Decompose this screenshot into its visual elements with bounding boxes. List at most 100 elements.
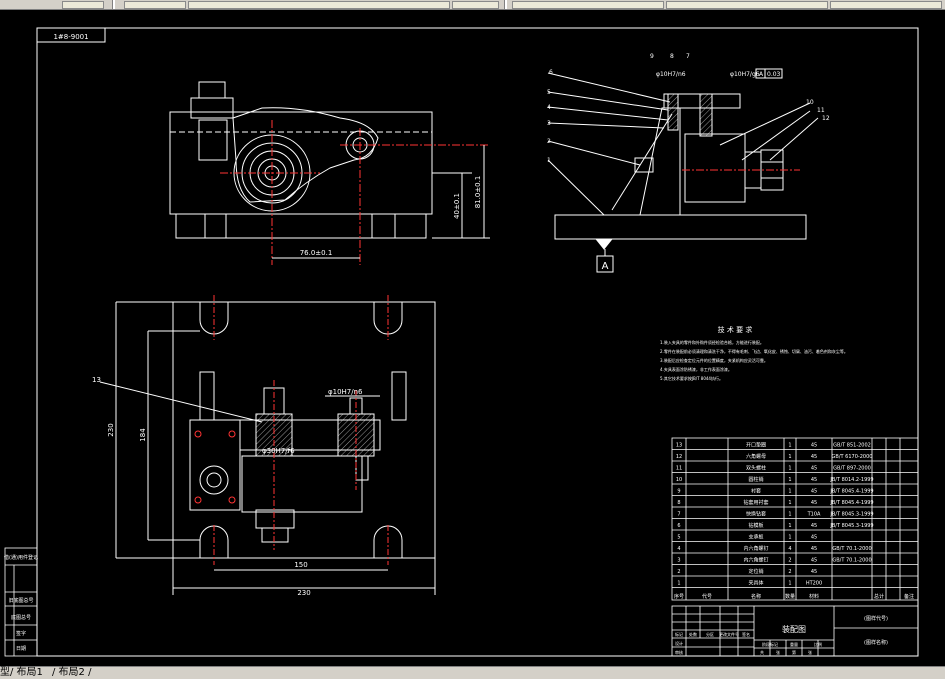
support-block — [198, 119, 228, 161]
front-view — [169, 81, 490, 265]
bom-cell-qty: 1 — [788, 500, 791, 506]
bom-row-lines — [672, 449, 918, 588]
bom-cell-std: JB/T 8045.3-1999 — [829, 512, 873, 518]
tech-req-line: 2.零件在装配前必须清理和清洗干净，不得有毛刺、飞边、氧化皮、锈蚀、切屑、油污、… — [660, 348, 848, 354]
school-name: (图样代号) — [864, 615, 888, 622]
part-number: 12 — [822, 115, 830, 122]
bom-cell-mat: 45 — [811, 535, 817, 541]
u-slot — [373, 302, 403, 335]
bom-cell-name: 圆柱销 — [748, 476, 763, 483]
part-number: 9 — [650, 53, 654, 60]
bom-cell-no: 11 — [676, 466, 682, 472]
drawing-title: 装配图 — [782, 624, 806, 634]
bom-cell-std: JB/T 8014.2-1999 — [829, 477, 873, 483]
bom-cell-qty: 1 — [788, 477, 791, 483]
bom-cell-qty: 1 — [788, 581, 791, 587]
clamp-assembly — [241, 455, 363, 513]
part-number: 8 — [670, 53, 674, 60]
bom-cell-qty: 1 — [788, 466, 791, 472]
bom-cell-mat: 45 — [811, 569, 817, 575]
color-dropdown[interactable] — [188, 1, 450, 9]
part-number: 6 — [549, 69, 553, 76]
bom-header: 材料 — [809, 593, 819, 600]
tb-label: 张 — [808, 649, 812, 655]
bom-cell-mat: T10A — [807, 512, 821, 518]
bom-cell-name: 钻模板 — [748, 522, 763, 529]
geo-tol-datum: A — [759, 71, 764, 78]
fit-annotation: φ30H7/f6 — [262, 447, 295, 455]
bom-cell-mat: 45 — [811, 466, 817, 472]
fit-annotation: φ10H7/g6 — [730, 71, 760, 78]
bom-cell-qty: 1 — [788, 443, 791, 449]
lineweight-dropdown[interactable] — [512, 1, 664, 9]
dim-vertical-184: 184 — [139, 428, 147, 442]
bom-cell-no: 8 — [677, 500, 680, 506]
dim-horizontal: 76.0±0.1 — [300, 249, 333, 257]
bom-cell-std: JB/T 8045.3-1999 — [829, 523, 873, 529]
u-slot — [199, 302, 229, 335]
bom-header: 备注 — [904, 593, 914, 600]
bom-cell-mat: 45 — [811, 546, 817, 552]
datum-label: A — [602, 261, 609, 272]
fit-annotation: φ10H7/n6 — [656, 71, 686, 78]
bom-cell-qty: 2 — [788, 558, 791, 564]
part-number: 10 — [806, 99, 814, 106]
side-plate — [189, 419, 241, 511]
drawing-border — [36, 27, 919, 657]
bom-cell-no: 9 — [677, 489, 680, 495]
dim-150: 150 — [294, 561, 307, 569]
tb-label: 处数 — [689, 631, 697, 637]
bom-cell-mat: 45 — [811, 500, 817, 506]
bom-cell-mat: HT200 — [806, 581, 822, 587]
tab-layout2[interactable]: / 布局2 / — [52, 667, 91, 679]
tb-label: 设计 — [675, 640, 683, 646]
geo-tol-value: 0.03 — [767, 71, 781, 78]
bom-cell-name: 钻套用衬套 — [743, 499, 768, 506]
bom-cell-name: 双头螺柱 — [746, 465, 766, 472]
drill-plate-block — [190, 97, 234, 119]
part-number: 4 — [547, 104, 551, 111]
bom-header: 名称 — [751, 593, 761, 600]
top-view — [99, 295, 436, 595]
left-strip-label: 借(通)用件登记 — [4, 554, 38, 561]
tab-layout1[interactable]: / 布局1 — [10, 667, 43, 679]
bom-cell-name: 夹具体 — [748, 580, 763, 587]
linetype-dropdown[interactable] — [452, 1, 499, 9]
drawing-canvas[interactable]: 1#8-9001 借(通)用件登记 旧底图总号 底图总号 签字 日期 76.0±… — [0, 10, 945, 666]
bom-cell-std: JB/T 8045.4-1999 — [829, 500, 873, 506]
bom-header: 总计 — [874, 593, 884, 600]
part-number: 11 — [817, 107, 825, 114]
bom-header: 数量 — [785, 593, 795, 600]
tab-model[interactable]: 型 — [0, 667, 10, 679]
bom-cell-name: 快换钻套 — [746, 511, 766, 518]
bom-cell-qty: 1 — [788, 523, 791, 529]
bom-cell-std: GB/T 851-2002 — [833, 443, 871, 449]
side-base — [554, 214, 807, 240]
bom-cell-no: 5 — [677, 535, 680, 541]
bom-header: 序号 — [674, 593, 684, 600]
bom-cell-qty: 1 — [788, 512, 791, 518]
bom-cell-no: 12 — [676, 454, 682, 460]
tb-label: 签名 — [742, 631, 750, 637]
bom-cell-std: GB/T 6170-2000 — [832, 454, 873, 460]
fixture-body — [169, 111, 433, 215]
toolbar-strip — [0, 0, 945, 10]
bom-cell-name: 支承板 — [748, 534, 763, 541]
toolbar-dropdown[interactable] — [830, 1, 942, 9]
properties-toolbar[interactable] — [124, 1, 186, 9]
bom-cell-std: GB/T 70.1-2000 — [832, 558, 871, 564]
bom-cell-std: GB/T 897-2000 — [833, 466, 871, 472]
bom-cell-qty: 4 — [788, 546, 791, 552]
autocad-window: 1#8-9001 借(通)用件登记 旧底图总号 底图总号 签字 日期 76.0±… — [0, 0, 945, 679]
part-number: 5 — [547, 89, 551, 96]
tb-label: 比例 — [814, 641, 822, 647]
tb-label: 标记 — [675, 631, 683, 637]
layer-dropdown[interactable] — [62, 1, 104, 9]
plotstyle-dropdown[interactable] — [666, 1, 828, 9]
part-name: (图样名称) — [864, 639, 888, 646]
tb-label: 共 — [760, 649, 764, 655]
tb-label: 第 — [792, 649, 796, 655]
tech-req-line: 4.夹具表面涂防锈漆，非工作表面涂漆。 — [660, 366, 732, 372]
bom-cell-no: 2 — [677, 569, 680, 575]
tech-req-title: 技 术 要 求 — [718, 325, 753, 334]
